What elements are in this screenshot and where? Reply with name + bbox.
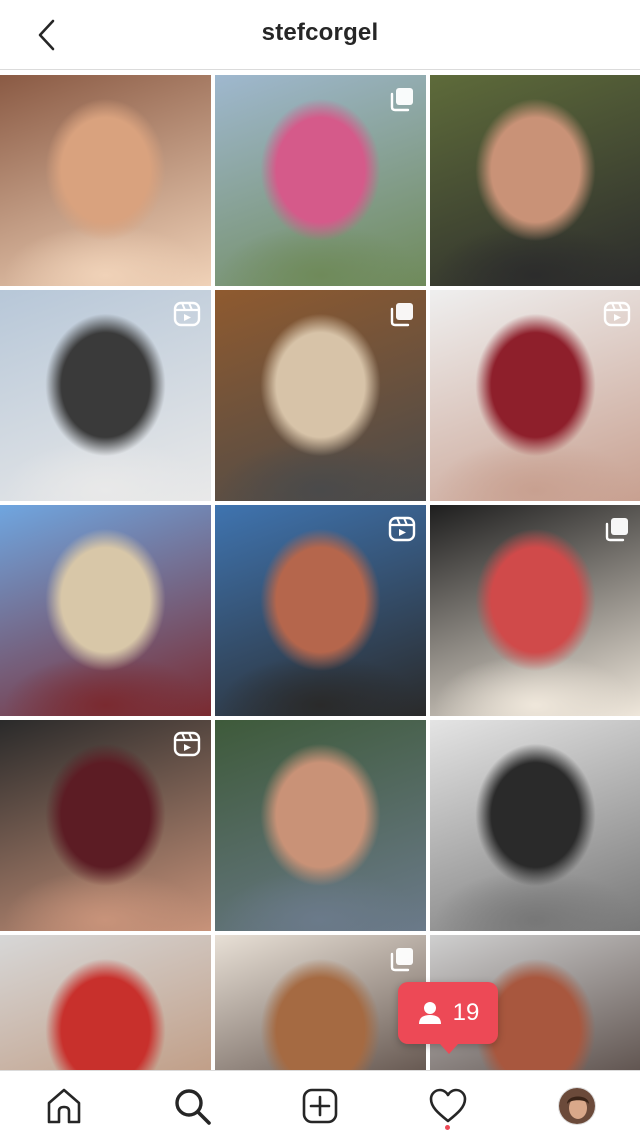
reels-icon: [173, 301, 201, 327]
reels-icon: [603, 301, 631, 327]
grid-post[interactable]: [0, 720, 211, 931]
carousel-icon: [605, 518, 628, 542]
grid-post[interactable]: [430, 720, 640, 931]
activity-notification-dot: [445, 1125, 450, 1130]
grid-post[interactable]: [215, 720, 426, 931]
grid-post[interactable]: [0, 505, 211, 716]
carousel-icon: [390, 88, 413, 112]
post-thumbnail: [430, 720, 640, 931]
profile-avatar: [558, 1087, 596, 1125]
person-icon: [418, 1002, 441, 1024]
home-icon: [47, 1088, 81, 1124]
top-nav-bar: stefcorgel: [0, 0, 640, 70]
follower-notification-bubble[interactable]: 19: [398, 982, 498, 1054]
post-thumbnail: [215, 720, 426, 931]
grid-post[interactable]: [0, 75, 211, 286]
post-thumbnail: [0, 75, 211, 286]
grid-post[interactable]: [215, 290, 426, 501]
grid-post[interactable]: [215, 935, 426, 1070]
reels-icon: [388, 516, 416, 542]
grid-post[interactable]: [215, 75, 426, 286]
reels-icon: [173, 731, 201, 757]
notification-count: 19: [452, 999, 480, 1026]
grid-post[interactable]: [0, 935, 211, 1070]
tab-new-post[interactable]: [298, 1084, 342, 1128]
search-icon: [175, 1089, 211, 1125]
carousel-icon: [390, 948, 413, 972]
activity-heart-icon: [429, 1088, 467, 1123]
grid-post[interactable]: [430, 290, 640, 501]
grid-post[interactable]: [215, 505, 426, 716]
grid-post[interactable]: [0, 290, 211, 501]
profile-username-title: stefcorgel: [261, 19, 379, 46]
tab-home[interactable]: [42, 1084, 86, 1128]
post-thumbnail: [0, 505, 211, 716]
tab-search[interactable]: [170, 1084, 214, 1128]
tab-profile[interactable]: [555, 1084, 599, 1128]
grid-post[interactable]: [430, 505, 640, 716]
post-thumbnail: [430, 75, 640, 286]
grid-post[interactable]: [430, 75, 640, 286]
carousel-icon: [390, 303, 413, 327]
bottom-tab-bar: [0, 1070, 640, 1138]
posts-grid: [0, 75, 640, 1070]
new-post-icon: [302, 1088, 338, 1124]
tab-activity[interactable]: [426, 1084, 470, 1128]
post-thumbnail: [0, 935, 211, 1070]
